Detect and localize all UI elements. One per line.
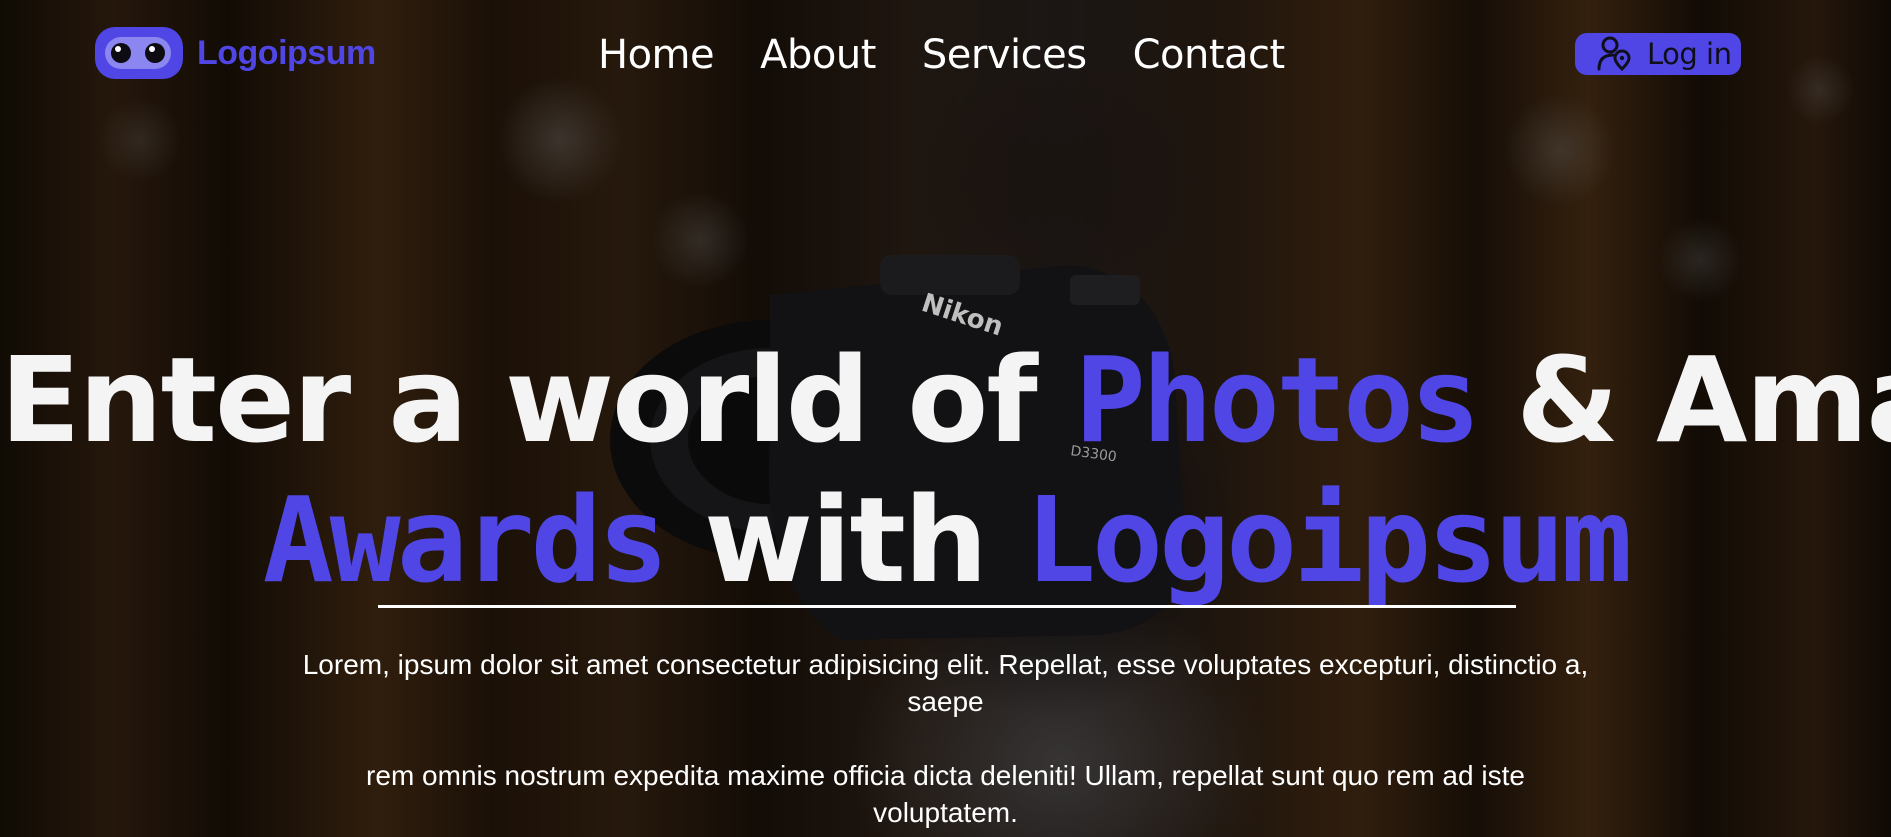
headline-text: with [664,471,1025,609]
nav-links: Home About Services Contact [598,28,1285,82]
login-label: Log in [1647,37,1732,71]
headline-text: & Amazing [1516,331,1891,469]
logo-text: Logoipsum [197,33,376,72]
login-button[interactable]: Log in [1575,33,1741,75]
user-location-icon [1597,36,1631,72]
robot-eyes-logo-icon [95,27,183,79]
nav-home-link[interactable]: Home [598,28,715,82]
hero-paragraph-2: rem omnis nostrum expedita maxime offici… [366,760,1525,828]
nav-services-link[interactable]: Services [922,28,1087,82]
headline-text: Enter a world of [0,331,1075,469]
hero-paragraph-1: Lorem, ipsum dolor sit amet consectetur … [302,649,1589,717]
logo[interactable]: Logoipsum [95,27,376,79]
hero-headline: Enter a world of Photos & Amazing Awards… [0,330,1891,610]
headline-line-1: Enter a world of Photos & Amazing [0,330,1891,470]
headline-divider [378,605,1516,608]
nav-contact-link[interactable]: Contact [1133,28,1286,82]
hero-section: Nikon D3300 Logoipsum Home About Service… [0,0,1891,837]
headline-accent-logoipsum: Logoipsum [1024,471,1632,609]
nav-about-link[interactable]: About [760,28,876,82]
navbar: Logoipsum Home About Services Contact Lo… [0,0,1891,110]
headline-line-2: Awards with Logoipsum [0,470,1891,610]
headline-accent-awards: Awards [262,471,669,609]
headline-accent-photos: Photos [1074,331,1481,469]
